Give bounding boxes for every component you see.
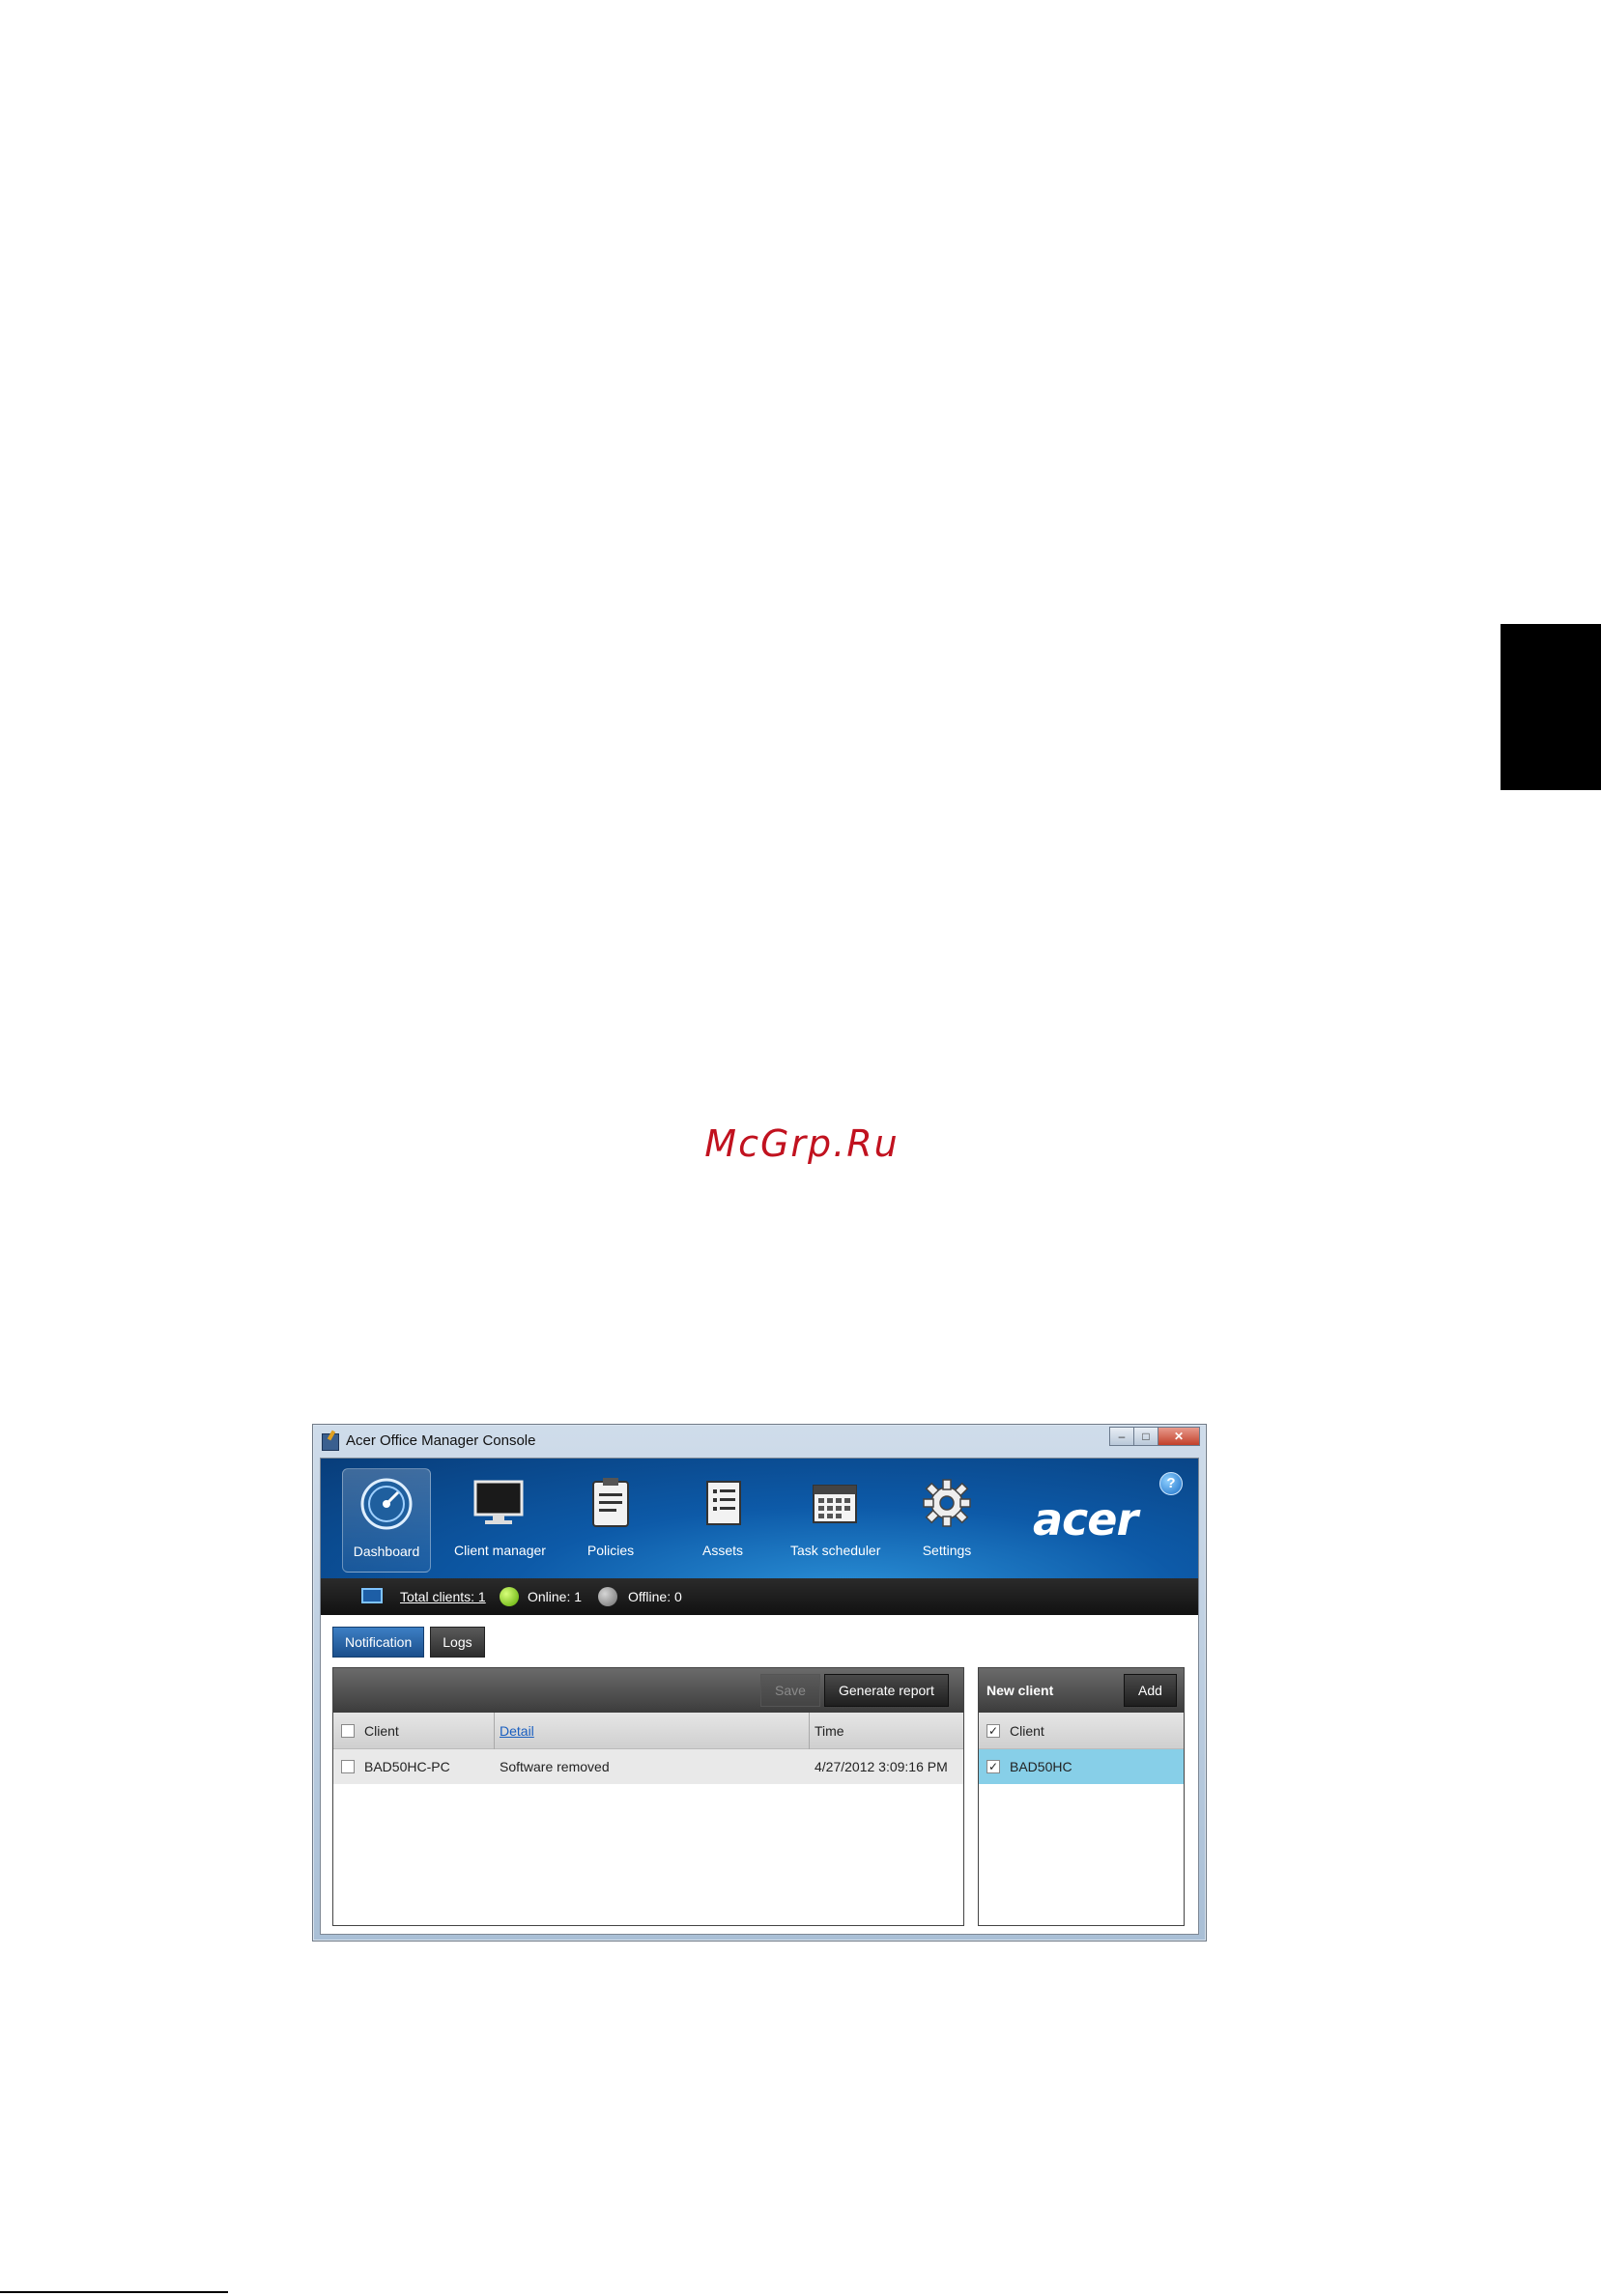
new-client-title: New client: [986, 1683, 1054, 1698]
acer-logo: acer: [1033, 1493, 1138, 1545]
notification-toolbar: Save Generate report: [333, 1668, 963, 1713]
list-item[interactable]: ✓ BAD50HC: [979, 1749, 1184, 1784]
column-header-new-client[interactable]: Client: [1010, 1723, 1044, 1739]
calendar-icon: [813, 1485, 857, 1523]
minimize-button[interactable]: ‒: [1109, 1427, 1134, 1446]
new-client-grid-header: ✓ Client: [979, 1713, 1184, 1749]
column-separator: [494, 1713, 495, 1749]
online-count: Online: 1: [528, 1589, 583, 1604]
add-client-button[interactable]: Add: [1124, 1674, 1177, 1707]
footer-rule: [0, 2291, 228, 2293]
status-bar: Total clients: 1 Online: 1 Offline: 0: [321, 1578, 1198, 1615]
nav-item-assets[interactable]: Assets: [678, 1468, 767, 1573]
column-separator: [809, 1713, 810, 1749]
gear-icon: [923, 1479, 971, 1527]
save-button[interactable]: Save: [760, 1674, 820, 1707]
column-header-client[interactable]: Client: [364, 1723, 399, 1739]
title-bar[interactable]: Acer Office Manager Console ‒ □ ✕: [313, 1425, 1206, 1458]
window-title: Acer Office Manager Console: [346, 1432, 536, 1449]
nav-item-client-manager[interactable]: Client manager: [454, 1468, 546, 1573]
window-controls: ‒ □ ✕: [1109, 1427, 1200, 1446]
clients-monitor-icon: [361, 1588, 383, 1603]
tab-notification[interactable]: Notification: [332, 1627, 425, 1658]
new-client-toolbar: New client Add: [979, 1668, 1184, 1713]
notification-panel: Save Generate report Client Detail Time …: [332, 1667, 964, 1926]
row-time: 4/27/2012 3:09:16 PM: [815, 1759, 948, 1774]
nav-label-assets: Assets: [701, 1543, 743, 1558]
nav-item-task-scheduler[interactable]: Task scheduler: [790, 1468, 881, 1573]
offline-count: Offline: 0: [628, 1589, 682, 1604]
tab-logs[interactable]: Logs: [430, 1627, 485, 1658]
document-list-icon: [706, 1481, 741, 1525]
column-header-time[interactable]: Time: [815, 1723, 844, 1739]
monitor-icon: [473, 1480, 524, 1524]
new-client-checkbox[interactable]: ✓: [986, 1760, 1000, 1773]
help-icon[interactable]: ?: [1159, 1472, 1183, 1495]
tab-bar: Notification Logs: [332, 1627, 491, 1658]
row-checkbox[interactable]: [341, 1760, 355, 1773]
total-clients-link[interactable]: Total clients: 1: [400, 1589, 486, 1604]
close-button[interactable]: ✕: [1158, 1427, 1200, 1446]
offline-status-icon: [598, 1587, 617, 1606]
select-all-new-checkbox[interactable]: ✓: [986, 1724, 1000, 1738]
nav-label-policies: Policies: [586, 1543, 635, 1558]
nav-label-settings: Settings: [922, 1543, 972, 1558]
online-status-icon: [500, 1587, 519, 1606]
nav-ribbon: Dashboard Client manager Policies Assets…: [321, 1459, 1198, 1578]
nav-label-dashboard: Dashboard: [353, 1544, 420, 1559]
app-icon: [322, 1433, 339, 1451]
select-all-checkbox[interactable]: [341, 1724, 355, 1738]
nav-item-dashboard[interactable]: Dashboard: [342, 1468, 431, 1573]
app-window: Acer Office Manager Console ‒ □ ✕ Dashbo…: [312, 1424, 1207, 1942]
dashboard-icon: [360, 1478, 413, 1530]
nav-label-client-manager: Client manager: [454, 1543, 546, 1558]
row-client: BAD50HC-PC: [364, 1759, 450, 1774]
generate-report-button[interactable]: Generate report: [824, 1674, 949, 1707]
table-row[interactable]: BAD50HC-PC Software removed 4/27/2012 3:…: [333, 1749, 963, 1784]
new-client-panel: New client Add ✓ Client ✓ BAD50HC: [978, 1667, 1185, 1926]
nav-label-task-scheduler: Task scheduler: [790, 1543, 881, 1558]
notification-grid-header: Client Detail Time: [333, 1713, 963, 1749]
nav-item-policies[interactable]: Policies: [566, 1468, 655, 1573]
watermark: McGrp.Ru: [704, 1122, 900, 1165]
clipboard-icon: [592, 1478, 629, 1527]
column-header-detail[interactable]: Detail: [500, 1723, 534, 1739]
maximize-button[interactable]: □: [1133, 1427, 1158, 1446]
row-detail: Software removed: [500, 1759, 610, 1774]
client-area: Dashboard Client manager Policies Assets…: [320, 1458, 1199, 1935]
nav-item-settings[interactable]: Settings: [902, 1468, 991, 1573]
new-client-name: BAD50HC: [1010, 1759, 1072, 1774]
page-side-tab: [1501, 624, 1601, 790]
